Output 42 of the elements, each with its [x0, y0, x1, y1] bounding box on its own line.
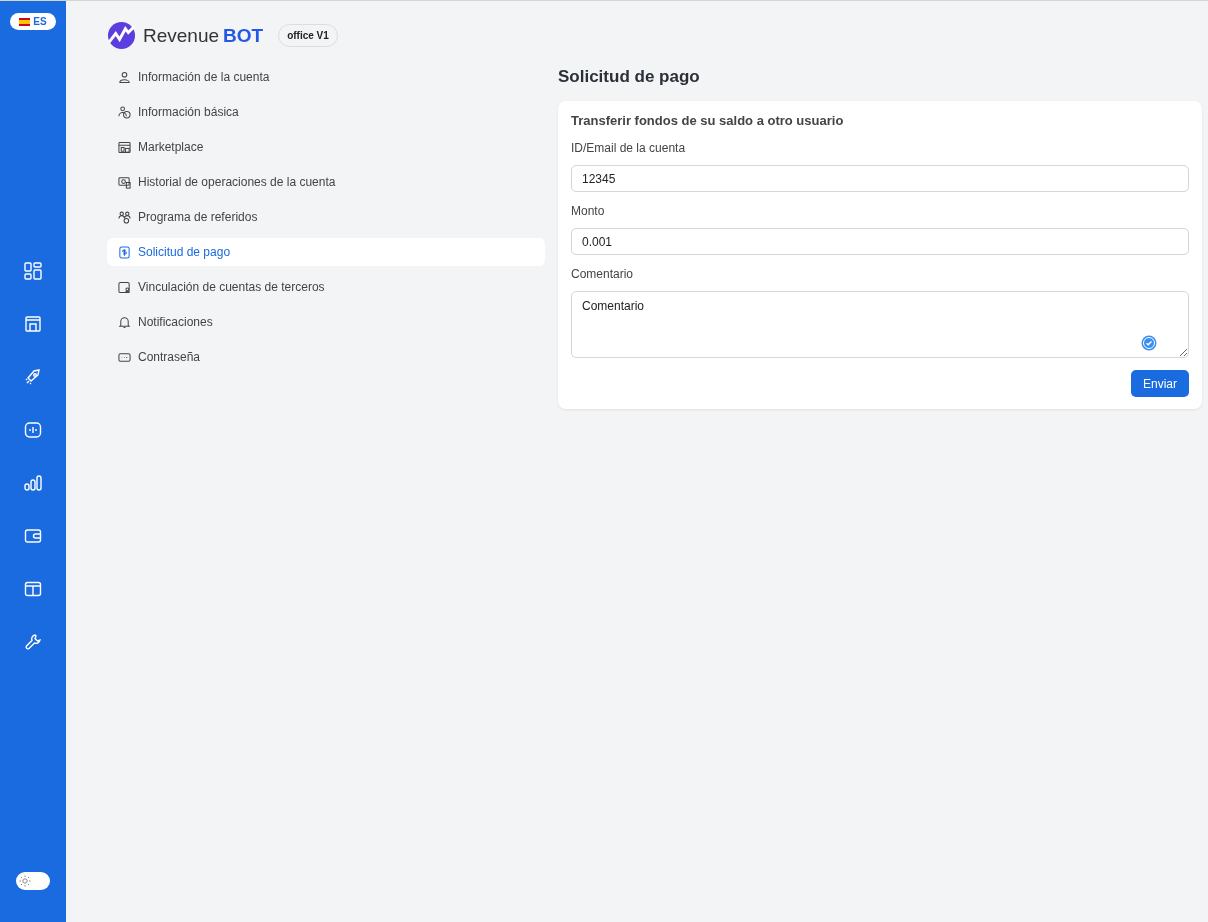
submit-button[interactable]: Enviar — [1131, 370, 1189, 397]
menu-item[interactable]: Solicitud de pago — [107, 238, 545, 266]
payment-icon — [118, 245, 131, 259]
user-info-icon — [118, 105, 131, 119]
bell-icon — [118, 315, 131, 329]
menu-item[interactable]: Contraseña — [107, 343, 545, 371]
input-field[interactable]: 0.001 — [571, 228, 1189, 255]
input-field[interactable]: 12345 — [571, 165, 1189, 192]
menu-item[interactable]: Programa de referidos — [107, 203, 545, 231]
dashboard-icon[interactable] — [24, 262, 42, 280]
bar-chart-icon[interactable] — [24, 474, 42, 492]
field-label: Monto — [571, 204, 606, 218]
box-icon[interactable] — [24, 580, 42, 598]
spain-flag-icon — [19, 17, 31, 26]
store-icon[interactable] — [24, 315, 42, 333]
password-icon — [118, 350, 131, 364]
page-title: Solicitud de pago — [558, 67, 701, 87]
menu-item[interactable]: Información básica — [107, 98, 545, 126]
wrench-icon[interactable] — [24, 633, 42, 651]
menu-item[interactable]: Notificaciones — [107, 308, 545, 336]
theme-toggle[interactable] — [16, 872, 50, 890]
menu-item[interactable]: Historial de operaciones de la cuenta — [107, 168, 545, 196]
menu-item[interactable]: Información de la cuenta — [107, 63, 545, 91]
check-icon — [1141, 335, 1157, 351]
people-icon — [118, 210, 131, 224]
language-button[interactable]: ES — [10, 13, 56, 30]
history-icon — [118, 175, 131, 189]
wallet-icon[interactable] — [24, 527, 42, 545]
rocket-icon[interactable] — [24, 368, 42, 386]
field-label: ID/Email de la cuenta — [571, 141, 687, 155]
text-area[interactable]: Comentario — [571, 291, 1189, 358]
brand-name: Revenue BOT — [143, 24, 264, 47]
sun-icon — [19, 875, 31, 887]
logo-icon — [107, 21, 136, 50]
account-link-icon — [118, 280, 131, 294]
store-icon — [118, 140, 131, 154]
menu-item[interactable]: Marketplace — [107, 133, 545, 161]
signal-icon[interactable] — [24, 421, 42, 439]
menu-item[interactable]: Vinculación de cuentas de terceros — [107, 273, 545, 301]
form-title: Transferir fondos de su saldo a otro usuario — [571, 113, 845, 128]
field-label: Comentario — [571, 267, 635, 281]
user-icon — [118, 70, 131, 84]
